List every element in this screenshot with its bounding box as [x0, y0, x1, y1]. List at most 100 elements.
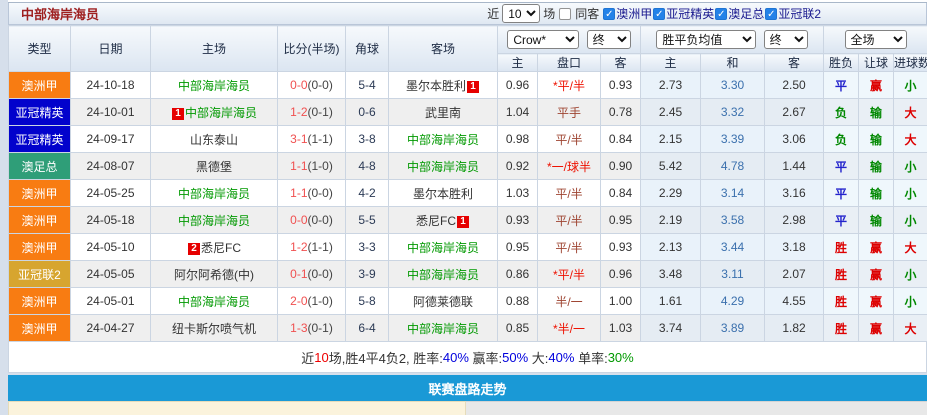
away-team-cell[interactable]: 中部海岸海员	[389, 315, 498, 342]
euro-draw-odds: 4.29	[701, 288, 765, 315]
scope-select[interactable]: 全场	[845, 30, 907, 49]
away-team-cell[interactable]: 中部海岸海员	[389, 234, 498, 261]
league-badge: 澳洲甲	[9, 315, 71, 342]
result-wdl: 平	[824, 180, 859, 207]
recent-count-select[interactable]: 10	[502, 4, 540, 23]
league-badge: 亚冠联2	[9, 261, 71, 288]
away-team-cell[interactable]: 中部海岸海员	[389, 261, 498, 288]
home-team-cell[interactable]: 1中部海岸海员	[151, 99, 278, 126]
away-team-cell[interactable]: 中部海岸海员	[389, 153, 498, 180]
home-team-cell[interactable]: 纽卡斯尔喷气机	[151, 315, 278, 342]
match-history-table: 类型 日期 主场 比分(半场) 角球 客场 Crow* 终 胜平负均值	[8, 25, 927, 342]
league-checkbox-label: 澳洲甲	[616, 5, 652, 22]
team-title: 中部海岸海员	[21, 4, 99, 23]
halftime-score: (1-0)	[308, 159, 333, 173]
euro-away-odds: 3.18	[765, 234, 824, 261]
league-checkbox[interactable]: ✓	[603, 8, 615, 20]
corner-score: 6-4	[346, 315, 389, 342]
match-date: 24-10-01	[71, 99, 151, 126]
handicap-away-odds: 0.84	[601, 180, 641, 207]
match-row: 亚冠联2 24-05-05 阿尔阿希德(中) 0-1(0-0) 3-9 中部海岸…	[9, 261, 927, 288]
col-header-type: 类型	[9, 26, 71, 72]
away-team-cell[interactable]: 阿德莱德联	[389, 288, 498, 315]
handicap-away-odds: 0.93	[601, 234, 641, 261]
halftime-score: (0-0)	[308, 186, 333, 200]
odds-time-select[interactable]: 终	[764, 30, 808, 49]
col-header-hcp-home: 主	[498, 54, 538, 72]
euro-draw-odds: 3.14	[701, 180, 765, 207]
euro-draw-odds: 3.32	[701, 99, 765, 126]
handicap-home-odds: 1.04	[498, 99, 538, 126]
home-team-cell[interactable]: 2悉尼FC	[151, 234, 278, 261]
team-name: 中部海岸海员	[178, 187, 250, 201]
recent-label-suffix: 场	[543, 5, 555, 22]
team-name: 中部海岸海员	[407, 241, 479, 255]
handicap-line: *半/一	[538, 315, 601, 342]
score-cell: 1-1(0-0)	[278, 180, 346, 207]
team-name: 阿德莱德联	[413, 295, 473, 309]
score-cell: 1-3(0-1)	[278, 315, 346, 342]
recent-label-prefix: 近	[487, 5, 499, 22]
handicap-away-odds: 0.93	[601, 72, 641, 99]
home-team-cell[interactable]: 中部海岸海员	[151, 207, 278, 234]
fulltime-score: 0-0	[290, 213, 307, 227]
league-trend-button-label: 联赛盘路走势	[428, 379, 506, 398]
handicap-away-odds: 1.03	[601, 315, 641, 342]
team-name: 黑德堡	[196, 160, 232, 174]
result-wdl: 平	[824, 153, 859, 180]
team-name: 纽卡斯尔喷气机	[172, 322, 256, 336]
score-cell: 1-1(1-0)	[278, 153, 346, 180]
col-header-corner: 角球	[346, 26, 389, 72]
league-trend-button[interactable]: 联赛盘路走势	[8, 375, 927, 401]
result-handicap: 赢	[859, 72, 894, 99]
rank-badge: 1	[467, 81, 479, 93]
league-checkbox[interactable]: ✓	[653, 8, 665, 20]
home-team-cell[interactable]: 中部海岸海员	[151, 288, 278, 315]
away-team-cell[interactable]: 悉尼FC1	[389, 207, 498, 234]
handicap-time-select[interactable]: 终	[587, 30, 631, 49]
match-row: 澳洲甲 24-05-01 中部海岸海员 2-0(1-0) 5-8 阿德莱德联 0…	[9, 288, 927, 315]
away-team-cell[interactable]: 武里南	[389, 99, 498, 126]
corner-score: 0-6	[346, 99, 389, 126]
euro-draw-odds: 3.39	[701, 126, 765, 153]
handicap-select-group: Crow* 终	[498, 26, 641, 54]
league-checkbox[interactable]: ✓	[715, 8, 727, 20]
score-cell: 1-2(0-1)	[278, 99, 346, 126]
halftime-score: (0-1)	[308, 321, 333, 335]
team-name: 墨尔本胜利	[406, 79, 466, 93]
match-row: 澳洲甲 24-10-18 中部海岸海员 0-0(0-0) 5-4 墨尔本胜利1 …	[9, 72, 927, 99]
euro-away-odds: 1.82	[765, 315, 824, 342]
result-wdl: 胜	[824, 234, 859, 261]
col-header-result: 胜负	[824, 54, 859, 72]
match-date: 24-05-25	[71, 180, 151, 207]
league-checkbox-label: 亚冠联2	[778, 5, 821, 22]
away-team-cell[interactable]: 中部海岸海员	[389, 126, 498, 153]
team-name: 墨尔本胜利	[413, 187, 473, 201]
home-team-cell[interactable]: 阿尔阿希德(中)	[151, 261, 278, 288]
handicap-away-odds: 0.84	[601, 126, 641, 153]
col-header-home: 主场	[151, 26, 278, 72]
league-checkbox[interactable]: ✓	[765, 8, 777, 20]
euro-home-odds: 2.19	[641, 207, 701, 234]
home-team-cell[interactable]: 中部海岸海员	[151, 180, 278, 207]
home-team-cell[interactable]: 山东泰山	[151, 126, 278, 153]
odds-type-select[interactable]: 胜平负均值	[656, 30, 756, 49]
home-team-cell[interactable]: 中部海岸海员	[151, 72, 278, 99]
bookmaker-select[interactable]: Crow*	[507, 30, 579, 49]
home-team-cell[interactable]: 黑德堡	[151, 153, 278, 180]
league-filters: ✓澳洲甲✓亚冠精英✓澳足总✓亚冠联2	[602, 5, 821, 22]
away-team-cell[interactable]: 墨尔本胜利1	[389, 72, 498, 99]
result-goals: 大	[894, 99, 927, 126]
result-goals: 大	[894, 126, 927, 153]
halftime-score: (1-1)	[308, 240, 333, 254]
col-header-euro-away: 客	[765, 54, 824, 72]
handicap-line: 平/半	[538, 180, 601, 207]
summary-segment: 10	[314, 350, 328, 365]
same-away-checkbox[interactable]	[559, 8, 571, 20]
team-name: 中部海岸海员	[185, 106, 257, 120]
away-team-cell[interactable]: 墨尔本胜利	[389, 180, 498, 207]
handicap-home-odds: 0.86	[498, 261, 538, 288]
team-name: 山东泰山	[190, 133, 238, 147]
euro-home-odds: 2.13	[641, 234, 701, 261]
euro-home-odds: 2.45	[641, 99, 701, 126]
